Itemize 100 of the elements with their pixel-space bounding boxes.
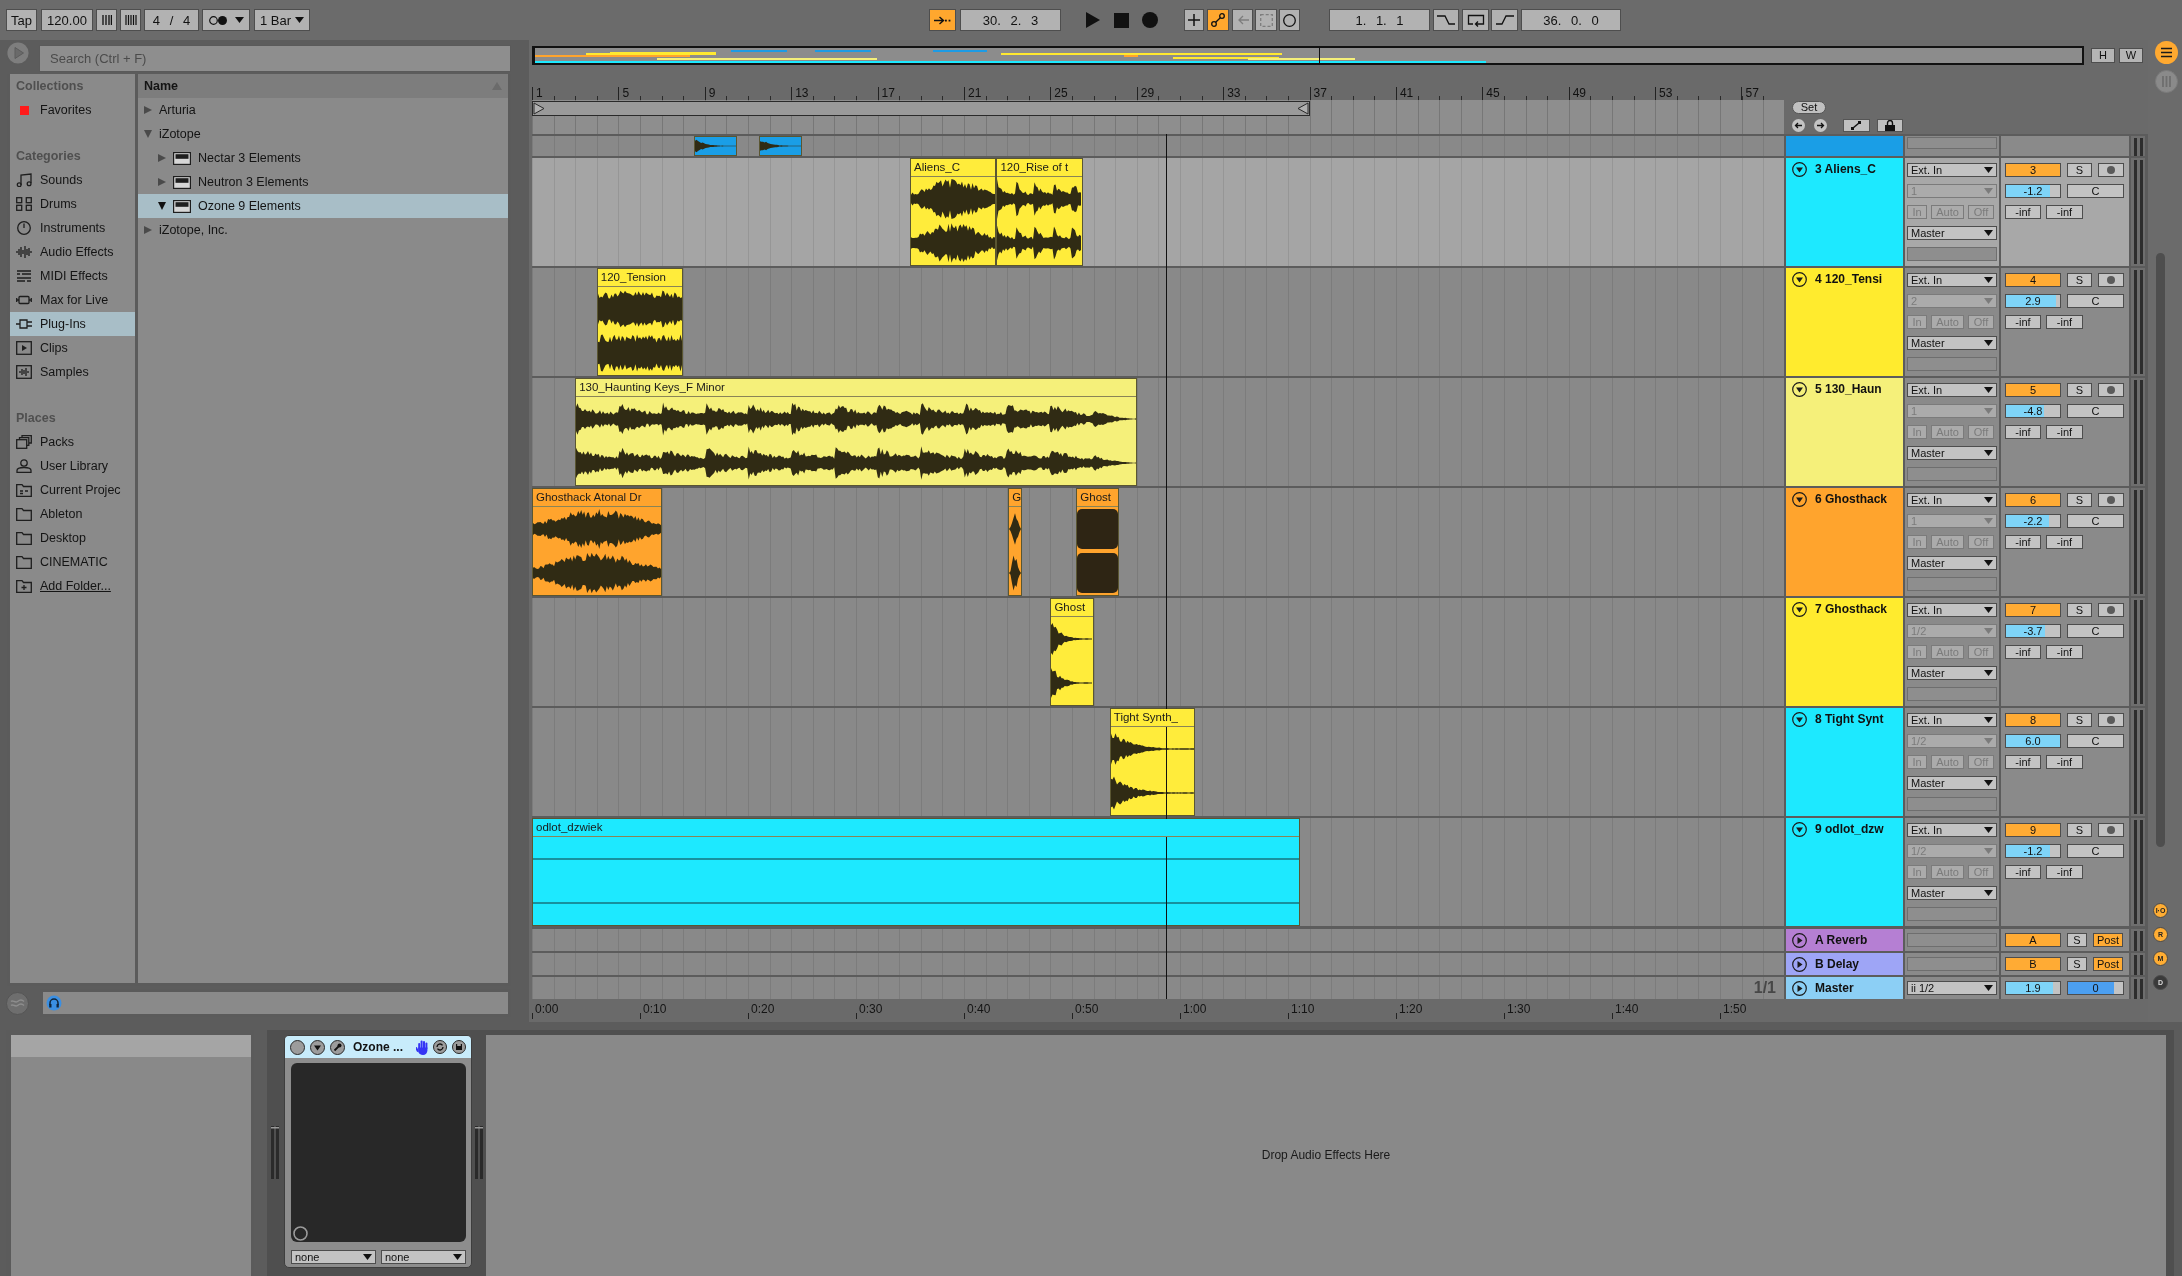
post-button[interactable]: Post bbox=[2093, 933, 2123, 947]
volume-field[interactable]: 1.9 bbox=[2005, 981, 2061, 995]
tree-item[interactable]: Neutron 3 Elements bbox=[138, 170, 508, 194]
solo-button[interactable]: S bbox=[2067, 603, 2092, 617]
solo-button[interactable]: S bbox=[2067, 163, 2092, 177]
track-header[interactable]: 3 Aliens_C bbox=[1786, 158, 1903, 266]
output-channel-field[interactable] bbox=[1907, 247, 1997, 261]
loop-strip[interactable] bbox=[532, 100, 1784, 117]
circle-icon[interactable] bbox=[290, 1039, 305, 1055]
input-dropdown[interactable]: Ext. In bbox=[1907, 163, 1997, 177]
track-activator-button[interactable]: 6 bbox=[2005, 493, 2061, 507]
audio-clip[interactable]: Ghost bbox=[1050, 598, 1094, 706]
track-activator-button[interactable]: 4 bbox=[2005, 273, 2061, 287]
output-dropdown[interactable]: Master bbox=[1907, 336, 1997, 350]
track-header[interactable] bbox=[1786, 136, 1903, 156]
pan-field[interactable]: C bbox=[2067, 624, 2124, 638]
audio-clip[interactable] bbox=[694, 136, 738, 156]
track-activator-button[interactable]: 9 bbox=[2005, 823, 2061, 837]
output-dropdown[interactable]: Master bbox=[1907, 666, 1997, 680]
send-field[interactable]: -inf bbox=[2046, 315, 2083, 329]
post-button[interactable]: Post bbox=[2093, 957, 2123, 971]
track-header[interactable]: A Reverb bbox=[1786, 929, 1903, 951]
output-dropdown[interactable]: ii 1/2 bbox=[1907, 981, 1997, 995]
audio-clip[interactable]: odlot_dzwiek bbox=[532, 818, 1300, 926]
output-channel-field[interactable] bbox=[1907, 687, 1997, 701]
output-dropdown[interactable]: Master bbox=[1907, 226, 1997, 240]
pan-field[interactable]: C bbox=[2067, 514, 2124, 528]
sidebar-item[interactable]: Ableton bbox=[10, 502, 135, 526]
loop-brace[interactable] bbox=[532, 101, 1310, 116]
audio-clip[interactable]: Ghosthack Atonal Dr bbox=[532, 488, 662, 596]
solo-button[interactable]: S bbox=[2067, 493, 2092, 507]
track-activator-button[interactable]: 5 bbox=[2005, 383, 2061, 397]
send-field[interactable]: -inf bbox=[2046, 425, 2083, 439]
add-folder-link[interactable]: Add Folder... bbox=[10, 574, 135, 598]
volume-field[interactable]: -3.7 bbox=[2005, 624, 2061, 638]
solo-button[interactable]: S bbox=[2067, 823, 2092, 837]
output-dropdown[interactable]: Master bbox=[1907, 886, 1997, 900]
arrangement-overview[interactable] bbox=[532, 46, 2084, 65]
position-field[interactable]: 30. 2. 3 bbox=[960, 9, 1061, 31]
headphones-icon[interactable] bbox=[46, 995, 62, 1011]
input-dropdown[interactable]: Ext. In bbox=[1907, 603, 1997, 617]
audio-clip[interactable]: G bbox=[1008, 488, 1023, 596]
triangle-circle-icon[interactable] bbox=[1792, 492, 1807, 507]
arm-button[interactable] bbox=[2098, 273, 2124, 287]
arm-button[interactable] bbox=[2098, 163, 2124, 177]
sidebar-item[interactable]: Favorites bbox=[10, 98, 135, 122]
preset-dropdown[interactable]: none bbox=[381, 1250, 466, 1264]
output-dropdown[interactable]: Master bbox=[1907, 556, 1997, 570]
send-field[interactable]: -inf bbox=[2046, 645, 2083, 659]
sidebar-item[interactable]: User Library bbox=[10, 454, 135, 478]
output-channel-field[interactable] bbox=[1907, 577, 1997, 591]
volume-field[interactable]: 2.9 bbox=[2005, 294, 2061, 308]
time-signature-field[interactable]: 4 / 4 bbox=[144, 9, 199, 31]
send-field[interactable]: -inf bbox=[2046, 755, 2083, 769]
audio-clip[interactable] bbox=[758, 136, 802, 156]
save-icon[interactable] bbox=[452, 1040, 466, 1054]
triangle-circle-icon[interactable] bbox=[310, 1039, 325, 1055]
solo-button[interactable]: S bbox=[2067, 273, 2092, 287]
arm-button[interactable] bbox=[2098, 823, 2124, 837]
sidebar-item[interactable]: MIDI Effects bbox=[10, 264, 135, 288]
menu-icon[interactable] bbox=[2155, 41, 2178, 64]
arrow-right-icon[interactable] bbox=[1814, 119, 1827, 132]
triangle-circle-icon[interactable] bbox=[1792, 382, 1807, 397]
input-dropdown[interactable]: Ext. In bbox=[1907, 493, 1997, 507]
triangle-circle-icon[interactable] bbox=[1792, 822, 1807, 837]
input-dropdown[interactable]: Ext. In bbox=[1907, 713, 1997, 727]
play-icon[interactable] bbox=[1086, 12, 1100, 28]
follow-button[interactable] bbox=[929, 9, 956, 31]
ring-icon[interactable] bbox=[293, 1226, 308, 1241]
sidebar-item[interactable]: Clips bbox=[10, 336, 135, 360]
audio-clip[interactable]: 120_Rise of t bbox=[996, 158, 1083, 266]
pan-field[interactable]: C bbox=[2067, 404, 2124, 418]
sidebar-item[interactable]: Samples bbox=[10, 360, 135, 384]
view-button[interactable]: W bbox=[2119, 48, 2143, 63]
triangle-circle-icon[interactable] bbox=[1792, 956, 1807, 972]
tree-item[interactable]: Ozone 9 Elements bbox=[138, 194, 508, 218]
session-record-button[interactable] bbox=[1279, 9, 1300, 31]
send-field[interactable]: -inf bbox=[2005, 865, 2041, 879]
column-header[interactable]: Name bbox=[144, 78, 179, 94]
tap-button[interactable]: Tap bbox=[6, 9, 37, 31]
draw-mode-button[interactable] bbox=[1843, 119, 1870, 132]
sidebar-item[interactable]: Instruments bbox=[10, 216, 135, 240]
sidebar-item[interactable]: Packs bbox=[10, 430, 135, 454]
volume-field[interactable]: -4.8 bbox=[2005, 404, 2061, 418]
send-field[interactable]: -inf bbox=[2005, 755, 2041, 769]
arm-button[interactable] bbox=[2098, 713, 2124, 727]
audio-clip[interactable]: 130_Haunting Keys_F Minor bbox=[575, 378, 1137, 486]
audio-clip[interactable]: Ghost bbox=[1076, 488, 1120, 596]
sidebar-item[interactable]: Plug-Ins bbox=[10, 312, 135, 336]
send-field[interactable]: -inf bbox=[2005, 205, 2041, 219]
input-dropdown[interactable]: Ext. In bbox=[1907, 383, 1997, 397]
arm-button[interactable] bbox=[2098, 603, 2124, 617]
tree-item[interactable]: iZotope bbox=[138, 122, 508, 146]
audio-clip[interactable]: Aliens_C bbox=[910, 158, 997, 266]
track-header[interactable]: 4 120_Tensi bbox=[1786, 268, 1903, 376]
sidebar-item[interactable]: Current Projec bbox=[10, 478, 135, 502]
quantization-dropdown[interactable]: 1 Bar bbox=[254, 9, 310, 31]
sidebar-item[interactable]: Drums bbox=[10, 192, 135, 216]
solo-button[interactable]: S bbox=[2067, 933, 2087, 947]
send-field[interactable]: -inf bbox=[2046, 865, 2083, 879]
